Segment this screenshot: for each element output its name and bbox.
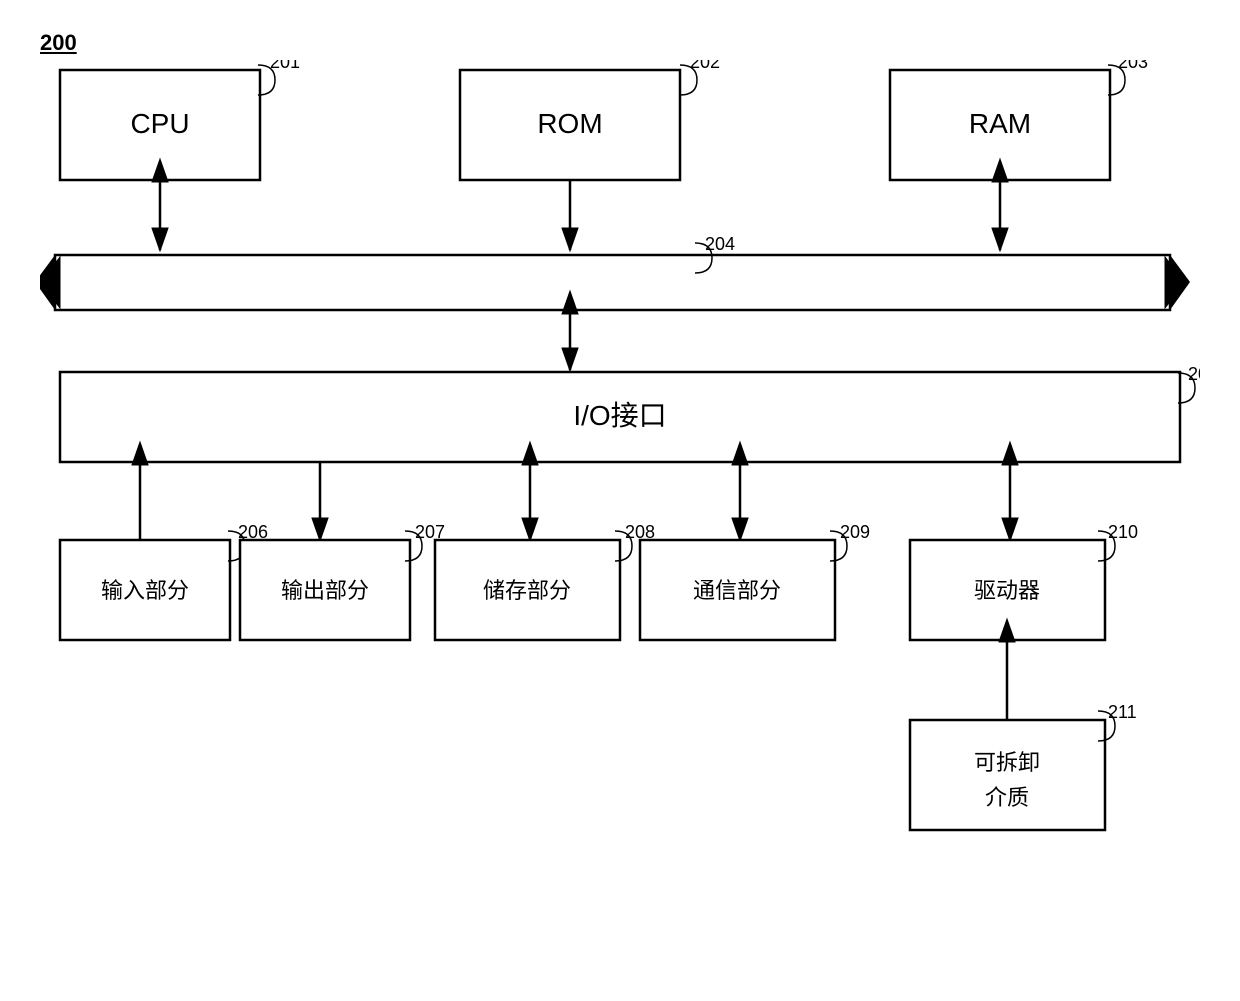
svg-text:输出部分: 输出部分 — [281, 578, 369, 603]
svg-text:ROM: ROM — [537, 108, 602, 139]
diagram-title: 200 — [40, 30, 1200, 56]
svg-text:驱动器: 驱动器 — [974, 578, 1040, 603]
diagram-container: 200 CPU 201 ROM 202 — [40, 30, 1200, 980]
svg-text:I/O接口: I/O接口 — [573, 400, 666, 431]
svg-text:介质: 介质 — [985, 785, 1029, 810]
svg-text:通信部分: 通信部分 — [693, 578, 781, 603]
svg-text:可拆卸: 可拆卸 — [974, 750, 1040, 775]
svg-text:210: 210 — [1108, 522, 1138, 542]
svg-text:201: 201 — [270, 60, 300, 72]
svg-text:211: 211 — [1108, 702, 1137, 722]
svg-text:RAM: RAM — [969, 108, 1031, 139]
svg-text:输入部分: 输入部分 — [101, 578, 189, 603]
svg-text:209: 209 — [840, 522, 870, 542]
svg-text:储存部分: 储存部分 — [483, 578, 571, 603]
svg-text:CPU: CPU — [130, 108, 189, 139]
svg-text:204: 204 — [705, 234, 735, 254]
